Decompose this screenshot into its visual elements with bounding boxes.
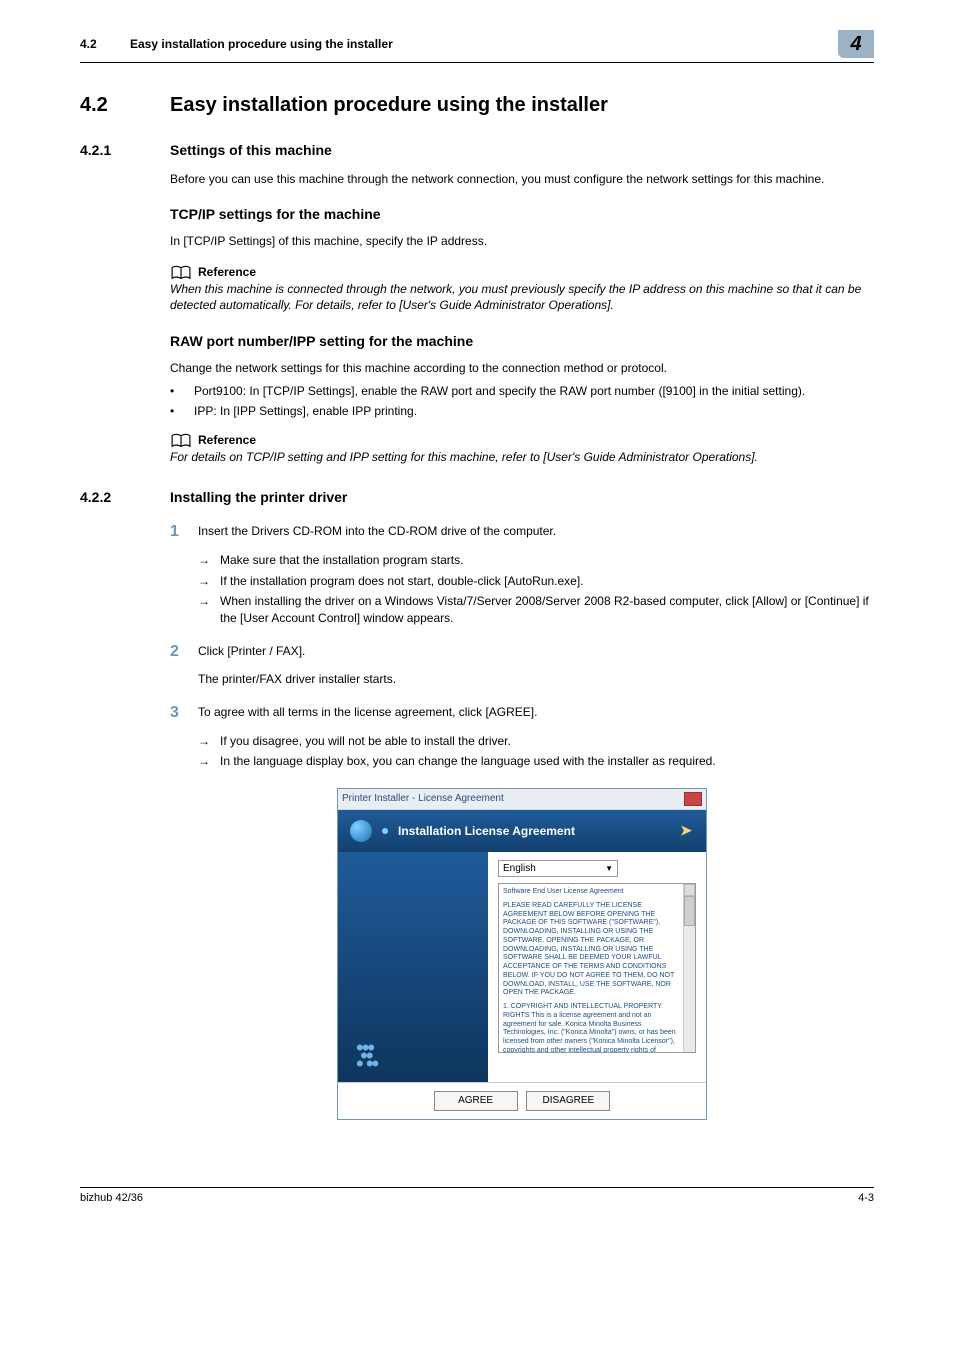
reference-label: Reference [198, 432, 256, 449]
running-head-title: Easy installation procedure using the in… [130, 36, 838, 53]
subsection-number: 4.2.2 [80, 488, 170, 508]
paragraph: Change the network settings for this mac… [170, 360, 874, 377]
running-head-number: 4.2 [80, 36, 130, 53]
step-text: Click [Printer / FAX]. [198, 641, 874, 663]
substep: When installing the driver on a Windows … [198, 593, 874, 627]
substep: If the installation program does not sta… [198, 573, 874, 590]
step-number-2: 2 [170, 641, 198, 663]
eula-paragraph: PLEASE READ CAREFULLY THE LICENSE AGREEM… [503, 902, 681, 998]
eula-textbox[interactable]: Software End User License Agreement PLEA… [498, 883, 696, 1053]
disagree-button[interactable]: DISAGREE [526, 1091, 610, 1111]
language-select[interactable]: English ▼ [498, 860, 618, 877]
reference-icon [170, 265, 192, 281]
agree-button[interactable]: AGREE [434, 1091, 518, 1111]
substep: If you disagree, you will not be able to… [198, 733, 874, 750]
close-icon[interactable] [684, 792, 702, 806]
step-text: To agree with all terms in the license a… [198, 702, 874, 724]
banner-dot-icon [382, 828, 388, 834]
scroll-up-icon[interactable] [684, 884, 695, 896]
subsection-title: Installing the printer driver [170, 488, 347, 508]
language-value: English [503, 862, 536, 876]
subsection-title: Settings of this machine [170, 141, 332, 161]
chapter-badge: 4 [838, 30, 874, 58]
step-number-3: 3 [170, 702, 198, 724]
reference-label: Reference [198, 264, 256, 281]
reference-icon [170, 433, 192, 449]
eula-heading: Software End User License Agreement [503, 888, 681, 897]
substep: In the language display box, you can cha… [198, 753, 874, 770]
step-number-1: 1 [170, 521, 198, 543]
paragraph: The printer/FAX driver installer starts. [198, 671, 874, 688]
substep: Make sure that the installation program … [198, 552, 874, 569]
sidebar-decor-icon: ••• ••• •• [356, 1044, 377, 1068]
reference-body: When this machine is connected through t… [170, 281, 874, 315]
section-number: 4.2 [80, 91, 170, 119]
heading-tcpip: TCP/IP settings for the machine [170, 205, 874, 225]
step-text: Insert the Drivers CD-ROM into the CD-RO… [198, 521, 874, 543]
dialog-title: Printer Installer - License Agreement [342, 792, 504, 806]
paragraph: Before you can use this machine through … [170, 171, 874, 188]
section-title: Easy installation procedure using the in… [170, 91, 608, 119]
chevron-down-icon: ▼ [605, 863, 613, 874]
arrow-right-icon: ➤ [680, 821, 692, 841]
dialog-sidebar: ••• ••• •• [338, 852, 488, 1082]
footer-right: 4-3 [858, 1191, 874, 1206]
list-item: Port9100: In [TCP/IP Settings], enable t… [170, 383, 874, 400]
installer-dialog: Printer Installer - License Agreement In… [337, 788, 707, 1120]
paragraph: In [TCP/IP Settings] of this machine, sp… [170, 233, 874, 250]
subsection-number: 4.2.1 [80, 141, 170, 161]
eula-paragraph: 1. COPYRIGHT AND INTELLECTUAL PROPERTY R… [503, 1003, 681, 1053]
banner-logo-icon [350, 820, 372, 842]
reference-body: For details on TCP/IP setting and IPP se… [170, 449, 874, 466]
heading-raw-ipp: RAW port number/IPP setting for the mach… [170, 332, 874, 352]
list-item: IPP: In [IPP Settings], enable IPP print… [170, 403, 874, 420]
footer-left: bizhub 42/36 [80, 1191, 143, 1206]
scrollbar[interactable] [683, 884, 695, 1052]
header-rule [80, 62, 874, 63]
banner-title: Installation License Agreement [398, 823, 575, 840]
scroll-thumb[interactable] [684, 896, 695, 926]
